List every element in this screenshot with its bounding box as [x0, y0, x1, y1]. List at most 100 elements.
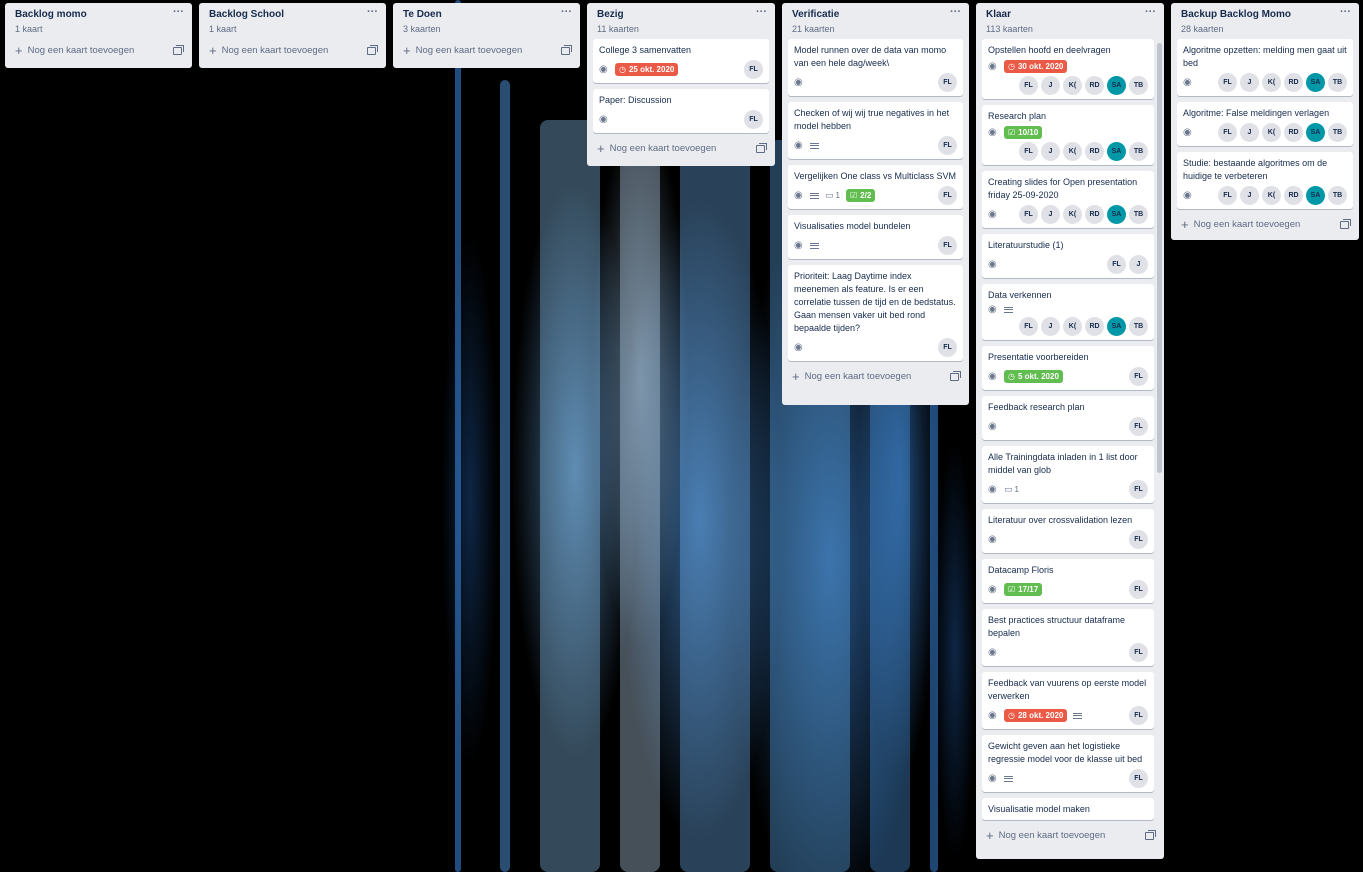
list-menu-icon[interactable]: ··· — [561, 6, 572, 18]
avatar[interactable]: FL — [1129, 480, 1148, 499]
card[interactable]: Creating slides for Open presentation fr… — [982, 171, 1154, 228]
avatar[interactable]: FL — [1019, 76, 1038, 95]
avatar[interactable]: SA — [1107, 205, 1126, 224]
card[interactable]: Research plan ◉ ☑ 10/10 FL J K( RD SA TB — [982, 105, 1154, 165]
avatar[interactable]: FL — [1129, 769, 1148, 788]
card[interactable]: Algoritme opzetten: melding men gaat uit… — [1177, 39, 1353, 96]
avatar[interactable]: J — [1240, 186, 1259, 205]
avatar[interactable]: FL — [1129, 530, 1148, 549]
list-title[interactable]: Backup Backlog Momo — [1181, 9, 1349, 21]
avatar[interactable]: RD — [1284, 186, 1303, 205]
list-title[interactable]: Backlog momo — [15, 9, 182, 21]
avatar[interactable]: RD — [1085, 142, 1104, 161]
template-icon[interactable] — [561, 44, 572, 55]
avatar[interactable]: FL — [1129, 367, 1148, 386]
avatar[interactable]: SA — [1107, 317, 1126, 336]
avatar[interactable]: FL — [744, 60, 763, 79]
avatar[interactable]: TB — [1129, 205, 1148, 224]
avatar[interactable]: SA — [1306, 186, 1325, 205]
avatar[interactable]: FL — [938, 236, 957, 255]
avatar[interactable]: J — [1129, 255, 1148, 274]
avatar[interactable]: FL — [938, 73, 957, 92]
avatar[interactable]: RD — [1085, 205, 1104, 224]
list-title[interactable]: Te Doen — [403, 9, 570, 21]
card[interactable]: Model runnen over de data van momo van e… — [788, 39, 963, 96]
avatar[interactable]: FL — [1218, 123, 1237, 142]
template-icon[interactable] — [950, 370, 961, 381]
avatar[interactable]: RD — [1085, 76, 1104, 95]
avatar[interactable]: K( — [1262, 123, 1281, 142]
list-title[interactable]: Backlog School — [209, 9, 376, 21]
avatar[interactable]: TB — [1129, 76, 1148, 95]
card[interactable]: Opstellen hoofd en deelvragen ◉ ◷ 30 okt.… — [982, 39, 1154, 99]
avatar[interactable]: FL — [1218, 186, 1237, 205]
card[interactable]: Checken of wij wij true negatives in het… — [788, 102, 963, 159]
card[interactable]: Literatuur over crossvalidation lezen ◉ … — [982, 509, 1154, 553]
avatar[interactable]: K( — [1262, 186, 1281, 205]
card[interactable]: Data verkennen ◉ FL J K( RD SA TB — [982, 284, 1154, 340]
add-card-button[interactable]: + Nog een kaart toevoegen — [976, 826, 1164, 847]
avatar[interactable]: K( — [1262, 73, 1281, 92]
avatar[interactable]: SA — [1107, 142, 1126, 161]
avatar[interactable]: RD — [1284, 123, 1303, 142]
avatar[interactable]: TB — [1129, 142, 1148, 161]
due-date-badge[interactable]: ◷ 28 okt. 2020 — [1004, 709, 1068, 722]
template-icon[interactable] — [756, 142, 767, 153]
list-title[interactable]: Bezig — [597, 9, 765, 21]
avatar[interactable]: SA — [1306, 73, 1325, 92]
card[interactable]: Presentatie voorbereiden ◉ ◷ 5 okt. 2020 … — [982, 346, 1154, 390]
avatar[interactable]: FL — [1129, 643, 1148, 662]
avatar[interactable]: J — [1041, 142, 1060, 161]
add-card-button[interactable]: + Nog een kaart toevoegen — [5, 41, 192, 62]
due-date-badge[interactable]: ◷ 30 okt. 2020 — [1004, 60, 1068, 73]
card[interactable]: Paper: Discussion ◉ FL — [593, 89, 769, 133]
card[interactable]: Feedback van vuurens op eerste model ver… — [982, 672, 1154, 729]
list-title[interactable]: Verificatie — [792, 9, 959, 21]
avatar[interactable]: FL — [1218, 73, 1237, 92]
avatar[interactable]: TB — [1328, 73, 1347, 92]
avatar[interactable]: RD — [1284, 73, 1303, 92]
card[interactable]: Literatuurstudie (1) ◉ FL J — [982, 234, 1154, 278]
avatar[interactable]: SA — [1107, 76, 1126, 95]
avatar[interactable]: J — [1240, 73, 1259, 92]
card[interactable]: Feedback research plan ◉ FL — [982, 396, 1154, 440]
avatar[interactable]: FL — [744, 110, 763, 129]
avatar[interactable]: TB — [1328, 186, 1347, 205]
avatar[interactable]: K( — [1063, 317, 1082, 336]
card[interactable]: Vergelijken One class vs Multiclass SVM … — [788, 165, 963, 209]
avatar[interactable]: RD — [1085, 317, 1104, 336]
list-menu-icon[interactable]: ··· — [367, 6, 378, 18]
avatar[interactable]: SA — [1306, 123, 1325, 142]
avatar[interactable]: FL — [1019, 205, 1038, 224]
avatar[interactable]: J — [1041, 317, 1060, 336]
card[interactable]: College 3 samenvatten ◉ ◷ 25 okt. 2020 FL — [593, 39, 769, 83]
avatar[interactable]: J — [1041, 76, 1060, 95]
list-menu-icon[interactable]: ··· — [950, 6, 961, 18]
due-date-badge[interactable]: ◷ 25 okt. 2020 — [615, 63, 679, 76]
avatar[interactable]: FL — [1129, 706, 1148, 725]
card[interactable]: Alle Trainingdata inladen in 1 list door… — [982, 446, 1154, 503]
avatar[interactable]: FL — [1019, 142, 1038, 161]
template-icon[interactable] — [1145, 829, 1156, 840]
card[interactable]: Studie: bestaande algoritmes om de huidi… — [1177, 152, 1353, 209]
avatar[interactable]: FL — [938, 136, 957, 155]
add-card-button[interactable]: + Nog een kaart toevoegen — [393, 41, 580, 62]
add-card-button[interactable]: + Nog een kaart toevoegen — [587, 139, 775, 160]
avatar[interactable]: J — [1240, 123, 1259, 142]
avatar[interactable]: FL — [1107, 255, 1126, 274]
add-card-button[interactable]: + Nog een kaart toevoegen — [1171, 215, 1359, 236]
due-date-complete-badge[interactable]: ◷ 5 okt. 2020 — [1004, 370, 1063, 383]
avatar[interactable]: TB — [1129, 317, 1148, 336]
card[interactable]: Datacamp Floris ◉ ☑ 17/17 FL — [982, 559, 1154, 603]
card[interactable]: Best practices structuur dataframe bepal… — [982, 609, 1154, 666]
template-icon[interactable] — [173, 44, 184, 55]
template-icon[interactable] — [1340, 218, 1351, 229]
card[interactable]: Gewicht geven aan het logistieke regress… — [982, 735, 1154, 792]
list-title[interactable]: Klaar — [986, 9, 1154, 21]
avatar[interactable]: FL — [938, 186, 957, 205]
list-menu-icon[interactable]: ··· — [1145, 6, 1156, 18]
avatar[interactable]: K( — [1063, 205, 1082, 224]
template-icon[interactable] — [367, 44, 378, 55]
add-card-button[interactable]: + Nog een kaart toevoegen — [199, 41, 386, 62]
avatar[interactable]: FL — [1129, 580, 1148, 599]
